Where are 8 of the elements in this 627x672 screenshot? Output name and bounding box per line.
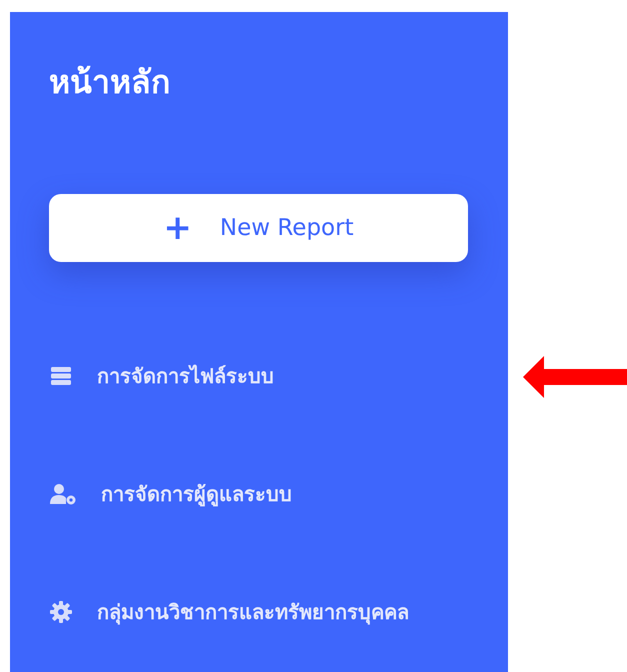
sidebar-menu-item[interactable]: การจัดการไฟล์ระบบ [97, 360, 274, 392]
sidebar-menu-item[interactable]: กลุ่มงานวิชาการและทรัพยากรบุคคล [97, 596, 409, 628]
settings-icon [49, 600, 73, 624]
sidebar-title: หน้าหลัก [49, 62, 171, 102]
database-icon [49, 364, 73, 388]
sidebar-menu-item[interactable]: การจัดการผู้ดูแลระบบ [101, 478, 292, 510]
new-report-button[interactable]: + New Report [49, 194, 468, 262]
user-gear-icon [49, 482, 77, 506]
